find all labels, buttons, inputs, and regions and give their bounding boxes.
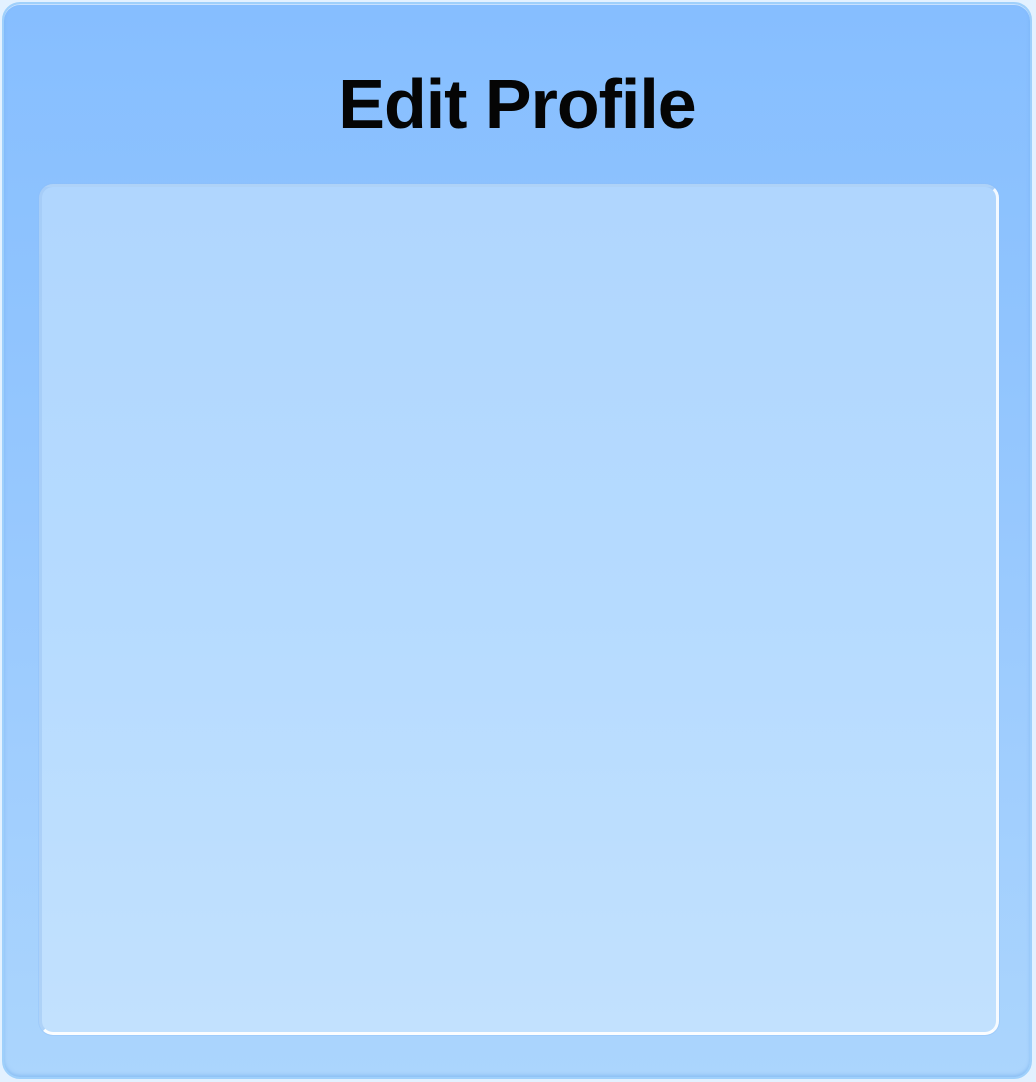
edit-profile-dialog: Edit Profile [2,2,1032,1079]
dialog-title: Edit Profile [338,65,696,143]
profile-content-panel [39,184,999,1035]
